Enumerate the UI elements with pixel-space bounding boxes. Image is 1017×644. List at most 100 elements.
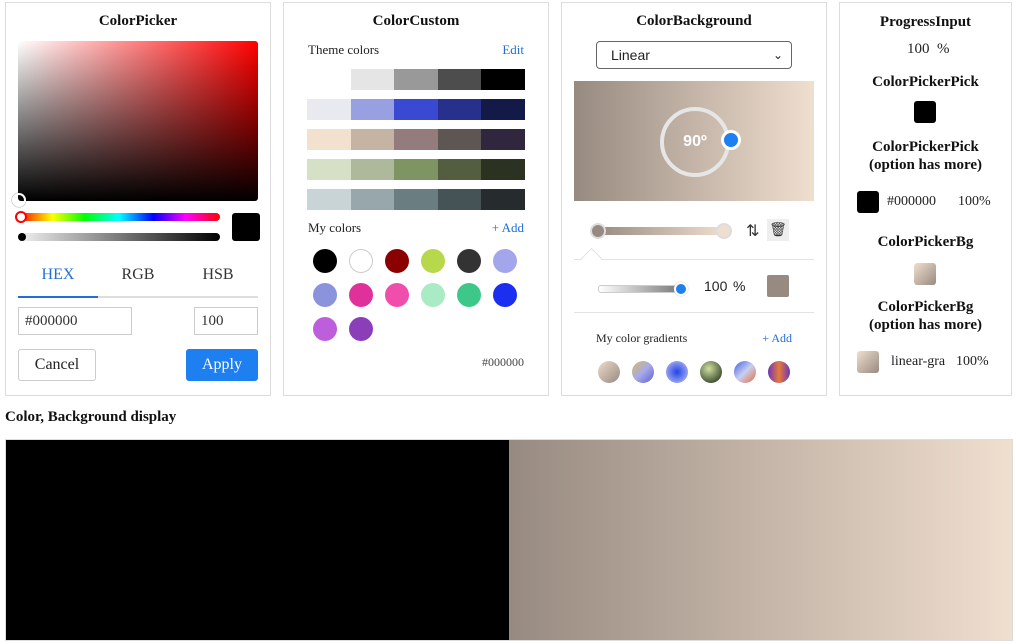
add-color-link[interactable]: + Add (492, 220, 524, 236)
background-display (509, 440, 1012, 640)
theme-color-swatch[interactable] (437, 129, 482, 150)
picker-bg-more-title-line1: ColorPickerBg (877, 299, 974, 315)
theme-color-swatch[interactable] (307, 189, 351, 210)
theme-color-swatch[interactable] (394, 69, 438, 90)
my-color-swatch[interactable] (493, 249, 517, 273)
gradient-swatch[interactable] (666, 361, 688, 383)
color-background-panel: ColorBackground Linear ⌄ 90º ⇅ 🗑 100 % M… (561, 2, 827, 396)
color-background-display (5, 439, 1013, 641)
theme-color-swatch[interactable] (481, 189, 525, 210)
gradient-swatch[interactable] (700, 361, 722, 383)
tab-hex[interactable]: HEX (18, 258, 98, 298)
my-color-swatch[interactable] (421, 249, 445, 273)
my-color-swatch[interactable] (457, 249, 481, 273)
color-display (6, 440, 509, 640)
theme-color-swatch[interactable] (394, 99, 438, 120)
picker-bg-more-title: ColorPickerBg (option has more) (840, 298, 1011, 334)
alpha-input[interactable] (194, 307, 258, 335)
alpha-thumb[interactable] (18, 233, 26, 241)
opacity-thumb[interactable] (674, 282, 688, 296)
picker-bg-title: ColorPickerBg (877, 234, 974, 250)
my-color-swatch[interactable] (313, 283, 337, 307)
theme-color-swatch[interactable] (350, 129, 395, 150)
gradient-swatch[interactable] (734, 361, 756, 383)
theme-color-swatch[interactable] (481, 129, 525, 150)
my-color-swatch[interactable] (349, 249, 373, 273)
theme-color-swatch[interactable] (481, 159, 525, 180)
theme-color-row (307, 99, 525, 120)
hue-slider[interactable] (15, 211, 220, 223)
angle-dial[interactable]: 90º (660, 107, 741, 177)
opacity-slider[interactable] (598, 282, 688, 296)
theme-color-swatch[interactable] (307, 159, 351, 180)
theme-color-swatch[interactable] (481, 69, 525, 90)
gradient-swatch[interactable] (598, 361, 620, 383)
my-color-swatch[interactable] (349, 283, 373, 307)
alpha-slider[interactable] (18, 233, 220, 241)
saturation-value-area[interactable] (12, 41, 258, 207)
trash-icon[interactable]: 🗑 (767, 219, 789, 241)
angle-value: 90º (683, 133, 707, 150)
theme-color-swatch[interactable] (437, 159, 482, 180)
theme-color-swatch[interactable] (307, 99, 351, 120)
panel-title: ColorBackground (636, 13, 752, 29)
opacity-value: 100 (704, 278, 728, 294)
hue-thumb[interactable] (15, 211, 27, 223)
picker-pick-more-title-line1: ColorPickerPick (872, 139, 979, 155)
theme-color-swatch[interactable] (437, 69, 482, 90)
gradient-mode-select[interactable]: Linear ⌄ (596, 41, 792, 69)
pick-more-swatch[interactable] (857, 191, 879, 213)
theme-color-swatch[interactable] (350, 189, 395, 210)
bg-swatch[interactable] (914, 263, 936, 285)
theme-color-swatch[interactable] (437, 189, 482, 210)
hex-input[interactable] (18, 307, 132, 335)
theme-color-swatch[interactable] (350, 69, 395, 90)
gradient-swatch[interactable] (632, 361, 654, 383)
theme-color-row (307, 189, 525, 210)
my-color-swatch[interactable] (313, 317, 337, 341)
divider (574, 259, 814, 260)
gradient-stops-slider[interactable] (590, 223, 732, 239)
progress-input-title: ProgressInput (879, 14, 972, 30)
edit-link[interactable]: Edit (502, 42, 524, 58)
theme-color-swatch[interactable] (307, 69, 351, 90)
gradient-mode-value: Linear (611, 47, 650, 63)
my-color-swatch[interactable] (457, 283, 481, 307)
my-color-swatch[interactable] (313, 249, 337, 273)
theme-color-swatch[interactable] (394, 129, 438, 150)
pick-swatch[interactable] (914, 101, 936, 123)
theme-color-swatch[interactable] (437, 99, 482, 120)
add-gradient-link[interactable]: + Add (762, 331, 792, 346)
apply-button[interactable]: Apply (186, 349, 258, 381)
progress-value[interactable]: 100 (907, 41, 930, 58)
my-color-swatch[interactable] (421, 283, 445, 307)
my-color-swatch[interactable] (349, 317, 373, 341)
pick-more-hex: #000000 (887, 194, 936, 209)
color-preview-swatch (232, 213, 260, 241)
display-title: Color, Background display (5, 409, 177, 425)
pointer-arrow (580, 247, 603, 270)
cancel-button[interactable]: Cancel (18, 349, 96, 381)
my-color-swatch[interactable] (385, 283, 409, 307)
color-custom-panel: ColorCustom Theme colors Edit My colors … (283, 2, 549, 396)
format-tabs: HEX RGB HSB (18, 258, 258, 298)
my-color-swatch[interactable] (385, 249, 409, 273)
theme-color-swatch[interactable] (481, 99, 525, 120)
gradient-stop-end[interactable] (716, 223, 732, 239)
saturation-thumb[interactable] (12, 193, 26, 207)
theme-color-swatch[interactable] (307, 129, 351, 150)
theme-color-swatch[interactable] (394, 159, 438, 180)
stop-color-swatch[interactable] (767, 275, 789, 297)
theme-color-swatch[interactable] (350, 159, 395, 180)
gradient-swatch[interactable] (768, 361, 790, 383)
angle-knob[interactable] (721, 130, 741, 150)
my-color-swatch[interactable] (493, 283, 517, 307)
tab-hsb[interactable]: HSB (178, 258, 258, 296)
swap-icon[interactable]: ⇅ (746, 221, 759, 240)
theme-color-swatch[interactable] (350, 99, 395, 120)
tab-rgb[interactable]: RGB (98, 258, 178, 296)
gradient-stop-start[interactable] (590, 223, 606, 239)
bg-more-swatch[interactable] (857, 351, 879, 373)
theme-color-swatch[interactable] (394, 189, 438, 210)
pick-more-percent: 100% (958, 194, 991, 209)
